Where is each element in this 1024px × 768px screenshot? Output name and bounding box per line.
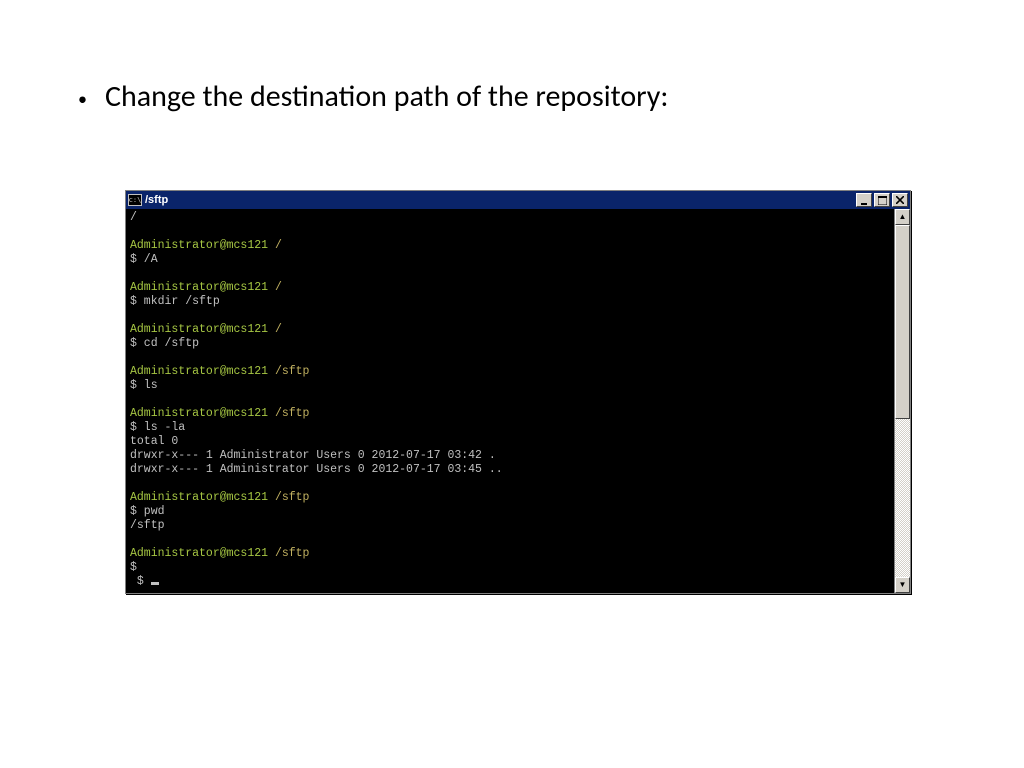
blank-line [130, 225, 890, 239]
prompt-line: Administrator@mcs121 / [130, 323, 890, 337]
output-line: /sftp [130, 519, 890, 533]
command-line: $ pwd [130, 505, 890, 519]
close-button[interactable] [892, 193, 908, 207]
output-line: drwxr-x--- 1 Administrator Users 0 2012-… [130, 449, 890, 463]
scroll-thumb[interactable] [895, 225, 910, 419]
presentation-slide: • Change the destination path of the rep… [0, 0, 1024, 768]
bullet-text: Change the destination path of the repos… [105, 78, 668, 115]
window-titlebar[interactable]: c:\ /sftp [126, 191, 910, 209]
prompt-line: Administrator@mcs121 / [130, 281, 890, 295]
minimize-button[interactable] [856, 193, 872, 207]
cmd-icon: c:\ [128, 194, 142, 206]
blank-line [130, 267, 890, 281]
terminal-output[interactable]: / Administrator@mcs121 / $ /A Administra… [126, 209, 894, 593]
maximize-button[interactable] [874, 193, 890, 207]
prompt-line: Administrator@mcs121 /sftp [130, 365, 890, 379]
output-line: total 0 [130, 435, 890, 449]
command-line: $ cd /sftp [130, 337, 890, 351]
output-line: / [130, 211, 890, 225]
active-prompt-line: $ [130, 575, 890, 589]
bullet-dot-icon: • [78, 78, 87, 120]
blank-line [130, 533, 890, 547]
scroll-up-button[interactable]: ▲ [895, 209, 910, 225]
output-line: drwxr-x--- 1 Administrator Users 0 2012-… [130, 463, 890, 477]
prompt-line: Administrator@mcs121 /sftp [130, 407, 890, 421]
blank-line [130, 477, 890, 491]
terminal-client-area: / Administrator@mcs121 / $ /A Administra… [126, 209, 910, 593]
blank-line [130, 351, 890, 365]
vertical-scrollbar[interactable]: ▲ ▼ [894, 209, 910, 593]
scroll-down-button[interactable]: ▼ [895, 577, 910, 593]
terminal-window: c:\ /sftp / Administrator@mcs121 / $ /A [125, 190, 911, 594]
prompt-line: Administrator@mcs121 /sftp [130, 547, 890, 561]
command-line: $ ls [130, 379, 890, 393]
command-line: $ /A [130, 253, 890, 267]
prompt-line: Administrator@mcs121 /sftp [130, 491, 890, 505]
window-title: /sftp [145, 194, 856, 206]
command-line: $ mkdir /sftp [130, 295, 890, 309]
command-line: $ [130, 561, 890, 575]
bullet-item: • Change the destination path of the rep… [78, 78, 954, 120]
scroll-track-bg [895, 419, 910, 577]
scroll-track[interactable] [895, 225, 910, 577]
cursor-icon [151, 582, 159, 585]
prompt-line: Administrator@mcs121 / [130, 239, 890, 253]
blank-line [130, 393, 890, 407]
blank-line [130, 309, 890, 323]
window-control-buttons [856, 193, 908, 207]
command-line: $ ls -la [130, 421, 890, 435]
